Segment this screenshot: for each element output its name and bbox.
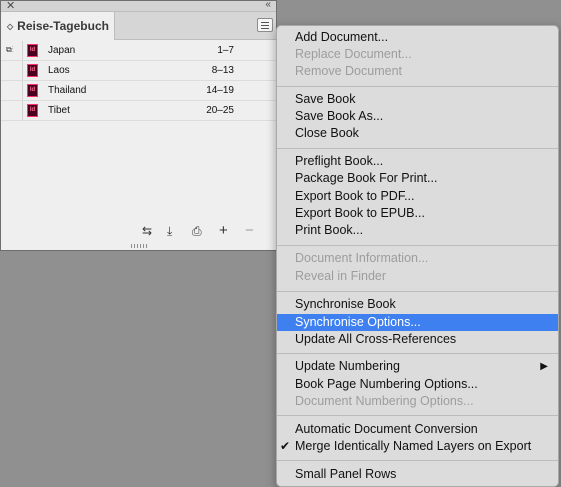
menu-item-package-book[interactable]: Package Book For Print... bbox=[277, 170, 558, 187]
tab-label: Reise-Tagebuch bbox=[17, 19, 109, 33]
document-name: Tibet bbox=[48, 105, 70, 116]
indesign-document-icon: Id bbox=[27, 104, 38, 117]
menu-separator bbox=[277, 148, 558, 149]
add-document-icon[interactable]: + bbox=[219, 222, 228, 239]
list-item[interactable]: Id Tibet 20–25 bbox=[1, 101, 276, 121]
menu-separator bbox=[277, 415, 558, 416]
menu-separator bbox=[277, 86, 558, 87]
indesign-document-icon: Id bbox=[27, 84, 38, 97]
submenu-arrow-icon: ▶ bbox=[540, 361, 548, 372]
menu-item-synchronise-book[interactable]: Synchronise Book bbox=[277, 296, 558, 313]
menu-separator bbox=[277, 245, 558, 246]
document-name: Japan bbox=[48, 45, 76, 56]
document-list: ⧉⁝ Id Japan 1–7 Id Laos 8–13 Id Thailand… bbox=[1, 41, 276, 121]
indesign-document-icon: Id bbox=[27, 64, 38, 77]
menu-item-save-book[interactable]: Save Book bbox=[277, 91, 558, 108]
menu-item-book-page-numbering-options[interactable]: Book Page Numbering Options... bbox=[277, 376, 558, 393]
menu-item-replace-document[interactable]: Replace Document... bbox=[277, 46, 558, 63]
menu-item-close-book[interactable]: Close Book bbox=[277, 125, 558, 142]
menu-item-document-numbering-options[interactable]: Document Numbering Options... bbox=[277, 393, 558, 410]
book-panel-menu: Add Document... Replace Document... Remo… bbox=[276, 25, 559, 487]
menu-item-label: Merge Identically Named Layers on Export bbox=[295, 439, 532, 453]
menu-item-print-book[interactable]: Print Book... bbox=[277, 222, 558, 239]
indesign-document-icon: Id bbox=[27, 44, 38, 57]
list-item[interactable]: ⧉⁝ Id Japan 1–7 bbox=[1, 41, 276, 61]
list-item[interactable]: Id Laos 8–13 bbox=[1, 61, 276, 81]
menu-item-add-document[interactable]: Add Document... bbox=[277, 29, 558, 46]
list-item[interactable]: Id Thailand 14–19 bbox=[1, 81, 276, 101]
menu-item-document-information[interactable]: Document Information... bbox=[277, 250, 558, 267]
menu-item-label: Update Numbering bbox=[295, 359, 400, 373]
menu-item-synchronise-options[interactable]: Synchronise Options... bbox=[277, 314, 558, 331]
save-book-icon[interactable]: ⤓ bbox=[167, 224, 172, 239]
panel-menu-button[interactable] bbox=[257, 18, 273, 32]
document-pages: 14–19 bbox=[206, 85, 234, 96]
document-name: Thailand bbox=[48, 85, 87, 96]
menu-separator bbox=[277, 460, 558, 461]
menu-item-export-epub[interactable]: Export Book to EPUB... bbox=[277, 205, 558, 222]
sync-pages-icon[interactable]: ⇆ bbox=[142, 224, 152, 238]
menu-item-automatic-document-conversion[interactable]: Automatic Document Conversion bbox=[277, 421, 558, 438]
menu-item-small-panel-rows[interactable]: Small Panel Rows bbox=[277, 466, 558, 483]
document-pages: 20–25 bbox=[206, 105, 234, 116]
style-source-icon[interactable]: ⧉⁝ bbox=[6, 45, 14, 55]
close-panel-icon[interactable]: ✕ bbox=[6, 0, 15, 12]
menu-item-remove-document[interactable]: Remove Document bbox=[277, 63, 558, 80]
menu-item-update-cross-references[interactable]: Update All Cross-References bbox=[277, 331, 558, 348]
menu-separator bbox=[277, 353, 558, 354]
remove-document-icon[interactable]: − bbox=[245, 222, 254, 239]
book-panel: ✕ ‹‹ ◇ Reise-Tagebuch ⧉⁝ Id Japan 1–7 Id… bbox=[0, 0, 277, 251]
menu-item-merge-layers[interactable]: ✔ Merge Identically Named Layers on Expo… bbox=[277, 438, 558, 455]
menu-item-export-pdf[interactable]: Export Book to PDF... bbox=[277, 188, 558, 205]
checkmark-icon: ✔ bbox=[280, 439, 291, 453]
document-pages: 1–7 bbox=[217, 45, 234, 56]
menu-separator bbox=[277, 291, 558, 292]
menu-item-preflight-book[interactable]: Preflight Book... bbox=[277, 153, 558, 170]
panel-title-bar: ✕ ‹‹ bbox=[1, 0, 276, 12]
panel-toolbar: ⇆ ⤓ ⎙ + − bbox=[1, 222, 276, 242]
document-pages: 8–13 bbox=[211, 65, 234, 76]
tab-book[interactable]: ◇ Reise-Tagebuch bbox=[1, 12, 115, 40]
menu-item-reveal-in-finder[interactable]: Reveal in Finder bbox=[277, 268, 558, 285]
menu-item-save-book-as[interactable]: Save Book As... bbox=[277, 108, 558, 125]
document-name: Laos bbox=[48, 65, 70, 76]
print-book-icon[interactable]: ⎙ bbox=[192, 224, 202, 239]
menu-item-update-numbering[interactable]: Update Numbering ▶ bbox=[277, 358, 558, 375]
tab-updown-icon: ◇ bbox=[7, 21, 14, 31]
panel-tab-strip: ◇ Reise-Tagebuch bbox=[1, 12, 276, 40]
collapse-panel-icon[interactable]: ‹‹ bbox=[265, 0, 271, 10]
resize-grip[interactable] bbox=[131, 244, 147, 248]
